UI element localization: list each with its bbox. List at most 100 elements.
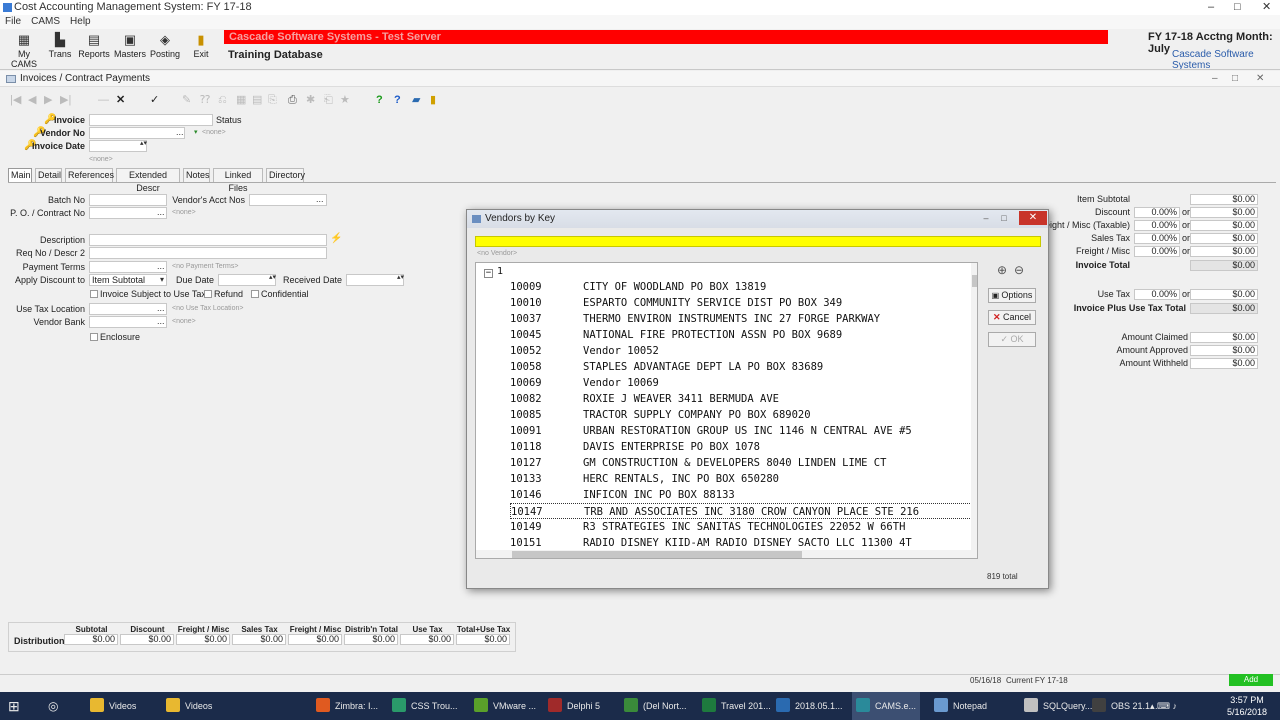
sales-tax-pct-input[interactable]: 0.00%: [1134, 233, 1180, 244]
vendor-row[interactable]: 10118 DAVIS ENTERPRISE PO BOX 1078: [510, 439, 976, 455]
close-button[interactable]: ✕: [1262, 0, 1271, 15]
payment-terms-lookup-button[interactable]: ...: [157, 260, 165, 272]
edit-icon[interactable]: ✎: [182, 92, 191, 108]
taskbar-item[interactable]: VMware ...: [470, 692, 540, 720]
next-record-icon[interactable]: ▶: [44, 92, 52, 108]
minimize-button[interactable]: –: [1208, 0, 1214, 15]
start-icon[interactable]: ⊞: [8, 692, 20, 720]
freight-taxable-pct-input[interactable]: 0.00%: [1134, 220, 1180, 231]
description-input[interactable]: [89, 234, 327, 246]
vendor-bank-lookup-button[interactable]: ...: [157, 315, 165, 327]
menu-file[interactable]: File: [0, 15, 26, 29]
first-record-icon[interactable]: |◀: [10, 92, 21, 108]
tab-main[interactable]: Main: [8, 168, 32, 182]
vendor-row[interactable]: 10127 GM CONSTRUCTION & DEVELOPERS 8040 L…: [510, 455, 976, 471]
menu-help[interactable]: Help: [65, 15, 96, 29]
ok-button[interactable]: ✓ OK: [988, 332, 1036, 347]
search-icon[interactable]: ◎: [48, 692, 58, 720]
maximize-button[interactable]: □: [1234, 0, 1241, 15]
tray-icons[interactable]: ▴ ⌨ ♪: [1150, 692, 1177, 720]
scroll-thumb[interactable]: [512, 551, 802, 558]
req-no-input[interactable]: [89, 247, 327, 259]
due-date-input[interactable]: [218, 274, 276, 286]
vendor-row[interactable]: 10151 RADIO DISNEY KIID-AM RADIO DISNEY S…: [510, 535, 976, 551]
use-tax-location-input[interactable]: [89, 303, 167, 315]
taskbar-item[interactable]: (Del Nort...: [620, 692, 691, 720]
payment-terms-input[interactable]: [89, 261, 167, 273]
magic-wand-icon[interactable]: ⚡: [330, 233, 342, 245]
taskbar-item[interactable]: 2018.05.1...: [772, 692, 847, 720]
vendor-row[interactable]: 10058 STAPLES ADVANTAGE DEPT LA PO BOX 83…: [510, 359, 976, 375]
vendor-bank-input[interactable]: [89, 316, 167, 328]
vendor-row[interactable]: 10082 ROXIE J WEAVER 3411 BERMUDA AVE: [510, 391, 976, 407]
tab-notes[interactable]: Notes: [183, 168, 210, 182]
dialog-maximize-button[interactable]: □: [997, 212, 1011, 225]
vendor-row[interactable]: 10149 R3 STRATEGIES INC SANITAS TECHNOLOG…: [510, 519, 976, 535]
context-help-icon[interactable]: ?: [394, 92, 401, 108]
vendor-row[interactable]: 10085 TRACTOR SUPPLY COMPANY PO BOX 68902…: [510, 407, 976, 423]
tab-detail[interactable]: Detail: [35, 168, 62, 182]
use-tax-pct-input[interactable]: 0.00%: [1134, 289, 1180, 300]
invoice-input[interactable]: [89, 114, 213, 126]
discount-amt-input[interactable]: $0.00: [1190, 207, 1258, 218]
options-button[interactable]: ▣ Options: [988, 288, 1036, 303]
due-date-spinner-icon[interactable]: ▴▾: [269, 272, 276, 284]
tree-root[interactable]: −1: [484, 266, 503, 278]
dialog-close-button[interactable]: ✕: [1019, 211, 1047, 225]
taskbar-item[interactable]: Delphi 5: [544, 692, 604, 720]
new-record-icon[interactable]: —: [98, 92, 109, 108]
query-icon[interactable]: ⁇: [200, 92, 210, 108]
enclosure-checkbox[interactable]: [90, 333, 98, 341]
vendor-row[interactable]: 10009 CITY OF WOODLAND PO BOX 13819: [510, 279, 976, 295]
vendor-row[interactable]: 10069 Vendor 10069: [510, 375, 976, 391]
taskbar-item[interactable]: Videos: [162, 692, 216, 720]
form-maximize-button[interactable]: □: [1232, 71, 1238, 87]
confidential-checkbox[interactable]: [251, 290, 259, 298]
collapse-icon[interactable]: −: [484, 269, 493, 278]
discount-pct-input[interactable]: 0.00%: [1134, 207, 1180, 218]
vendor-row[interactable]: 10091 URBAN RESTORATION GROUP US INC 1146…: [510, 423, 976, 439]
favorite-icon[interactable]: ★: [340, 92, 350, 108]
export-icon[interactable]: ⎗: [324, 92, 333, 108]
form-close-button[interactable]: ✕: [1256, 71, 1264, 87]
copy-icon[interactable]: ⎘: [268, 92, 277, 108]
refund-checkbox[interactable]: [204, 290, 212, 298]
vendor-row[interactable]: 10146 INFICON INC PO BOX 88133: [510, 487, 976, 503]
vendor-no-input[interactable]: [89, 127, 185, 139]
freight-taxable-amt-input[interactable]: $0.00: [1190, 220, 1258, 231]
vendor-tree-list[interactable]: −1 10009 CITY OF WOODLAND PO BOX 13819 100…: [475, 262, 978, 559]
vendor-row[interactable]: 10052 Vendor 10052: [510, 343, 976, 359]
taskbar-item[interactable]: Notepad: [930, 692, 991, 720]
tab-linked-files[interactable]: Linked Files: [213, 168, 263, 193]
tab-directory[interactable]: Directory: [266, 168, 305, 182]
last-record-icon[interactable]: ▶|: [60, 92, 71, 108]
zoom-in-icon[interactable]: ⊕: [997, 263, 1007, 277]
taskbar-item[interactable]: Travel 201...: [698, 692, 775, 720]
reports-button[interactable]: ▤ Reports: [74, 30, 114, 68]
menu-cams[interactable]: CAMS: [26, 15, 65, 29]
freight-misc-amt-input[interactable]: $0.00: [1190, 246, 1258, 257]
date-spinner-icon[interactable]: ▴▾: [140, 138, 147, 150]
use-tax-amt-input[interactable]: $0.00: [1190, 289, 1258, 300]
undo-icon[interactable]: ⎌: [218, 92, 227, 108]
vendor-row[interactable]: 10147 TRB AND ASSOCIATES INC 3180 CROW CA…: [510, 503, 976, 519]
masters-button[interactable]: ▣ Masters: [110, 30, 150, 68]
freight-misc-pct-input[interactable]: 0.00%: [1134, 246, 1180, 257]
vendor-row[interactable]: 10010 ESPARTO COMMUNITY SERVICE DIST PO B…: [510, 295, 976, 311]
chart-icon[interactable]: ▰: [412, 92, 420, 108]
vendor-row[interactable]: 10037 THERMO ENVIRON INSTRUMENTS INC 27 F…: [510, 311, 976, 327]
posting-button[interactable]: ◈ Posting: [145, 30, 185, 68]
vendor-lookup-button[interactable]: ...: [176, 126, 184, 138]
vendor-row[interactable]: 10133 HERC RENTALS, INC PO BOX 650280: [510, 471, 976, 487]
vertical-scrollbar[interactable]: [971, 263, 977, 558]
search-input[interactable]: [475, 236, 1041, 247]
taskbar-item[interactable]: Videos: [86, 692, 140, 720]
po-contract-input[interactable]: [89, 207, 167, 219]
taskbar-item[interactable]: CSS Trou...: [388, 692, 462, 720]
tab-extended-descr[interactable]: Extended Descr: [116, 168, 180, 193]
sales-tax-amt-input[interactable]: $0.00: [1190, 233, 1258, 244]
zoom-out-icon[interactable]: ⊖: [1014, 263, 1024, 277]
amount-claimed-input[interactable]: $0.00: [1190, 332, 1258, 343]
form-minimize-button[interactable]: –: [1212, 71, 1218, 87]
received-date-input[interactable]: [346, 274, 404, 286]
